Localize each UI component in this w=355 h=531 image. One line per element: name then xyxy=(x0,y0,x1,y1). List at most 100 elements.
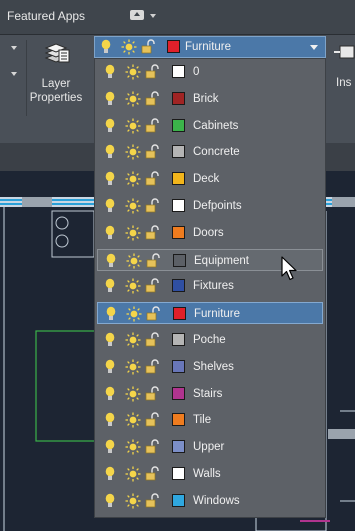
chevron-down-icon[interactable] xyxy=(150,14,156,18)
sun-thawed-icon[interactable] xyxy=(126,306,142,322)
sun-thawed-icon[interactable] xyxy=(125,466,141,482)
featured-apps-tab[interactable]: Featured Apps xyxy=(7,9,85,23)
sun-thawed-icon[interactable] xyxy=(125,439,141,455)
sun-thawed-icon[interactable] xyxy=(125,493,141,509)
lightbulb-on-icon[interactable] xyxy=(105,386,115,402)
sun-thawed-icon[interactable] xyxy=(121,39,137,55)
layer-properties-button-label[interactable]: Layer Properties xyxy=(28,77,84,105)
lightbulb-on-icon[interactable] xyxy=(105,144,115,160)
layer-color-swatch[interactable] xyxy=(172,467,185,480)
lightbulb-on-icon[interactable] xyxy=(105,171,115,187)
sun-thawed-icon[interactable] xyxy=(125,412,141,428)
layer-combo-box[interactable]: Furniture xyxy=(94,36,326,58)
layer-row-0[interactable]: 0 xyxy=(97,61,323,83)
layer-row-upper[interactable]: Upper xyxy=(97,436,323,458)
layer-row-defpoints[interactable]: Defpoints xyxy=(97,195,323,217)
sun-thawed-icon[interactable] xyxy=(125,359,141,375)
layer-row-concrete[interactable]: Concrete xyxy=(97,141,323,163)
unlocked-padlock-icon[interactable] xyxy=(145,225,159,241)
lightbulb-on-icon[interactable] xyxy=(105,198,115,214)
unlocked-padlock-icon[interactable] xyxy=(145,412,159,428)
layer-name: Equipment xyxy=(194,254,249,267)
layer-color-swatch[interactable] xyxy=(172,172,185,186)
insert-button-label[interactable]: Ins xyxy=(336,77,351,89)
unlocked-padlock-icon[interactable] xyxy=(145,171,159,187)
unlocked-padlock-icon[interactable] xyxy=(141,39,155,55)
sun-thawed-icon[interactable] xyxy=(125,171,141,187)
unlocked-padlock-icon[interactable] xyxy=(146,306,160,322)
layer-color-swatch[interactable] xyxy=(172,279,185,293)
layer-color-swatch[interactable] xyxy=(172,333,185,346)
unlocked-padlock-icon[interactable] xyxy=(145,359,159,375)
layer-row-stairs[interactable]: Stairs xyxy=(97,383,323,405)
layer-row-poche[interactable]: Poche xyxy=(97,329,323,351)
lightbulb-on-icon[interactable] xyxy=(106,253,116,269)
unlocked-padlock-icon[interactable] xyxy=(146,252,160,269)
layer-color-swatch[interactable] xyxy=(172,413,185,427)
unlocked-padlock-icon[interactable] xyxy=(145,117,159,134)
layer-row-doors[interactable]: Doors xyxy=(97,222,323,244)
unlocked-padlock-icon[interactable] xyxy=(145,439,159,455)
layer-color-swatch[interactable] xyxy=(172,359,185,373)
layer-color-swatch[interactable] xyxy=(172,493,185,507)
lightbulb-on-icon[interactable] xyxy=(106,306,116,322)
layer-row-deck[interactable]: Deck xyxy=(97,168,323,190)
layer-color-swatch[interactable] xyxy=(167,40,180,53)
chevron-down-icon[interactable] xyxy=(310,45,318,50)
layer-row-furniture[interactable]: Furniture xyxy=(97,302,323,325)
layer-color-swatch[interactable] xyxy=(172,440,185,454)
sun-thawed-icon[interactable] xyxy=(125,118,141,134)
unlocked-padlock-icon[interactable] xyxy=(145,278,159,294)
layer-row-shelves[interactable]: Shelves xyxy=(97,356,323,378)
workspace-switch-icon[interactable] xyxy=(130,10,144,20)
layer-properties-icon[interactable] xyxy=(44,42,70,64)
unlocked-padlock-icon[interactable] xyxy=(145,466,159,482)
lightbulb-on-icon[interactable] xyxy=(105,278,115,294)
lightbulb-on-icon[interactable] xyxy=(105,91,115,107)
chevron-down-icon[interactable] xyxy=(11,46,17,50)
layer-color-swatch[interactable] xyxy=(173,253,186,267)
sun-thawed-icon[interactable] xyxy=(125,144,141,160)
layer-row-windows[interactable]: Windows xyxy=(97,490,323,512)
unlocked-padlock-icon[interactable] xyxy=(145,144,159,160)
layer-color-swatch[interactable] xyxy=(173,307,186,321)
chevron-down-icon[interactable] xyxy=(11,72,17,76)
unlocked-padlock-icon[interactable] xyxy=(145,64,159,80)
layer-row-walls[interactable]: Walls xyxy=(97,463,323,485)
unlocked-padlock-icon[interactable] xyxy=(145,198,159,214)
layer-color-swatch[interactable] xyxy=(172,145,185,159)
layer-name: Shelves xyxy=(193,360,234,373)
sun-thawed-icon[interactable] xyxy=(126,253,142,269)
layer-color-swatch[interactable] xyxy=(172,118,185,132)
unlocked-padlock-icon[interactable] xyxy=(145,332,159,348)
lightbulb-on-icon[interactable] xyxy=(101,39,111,55)
sun-thawed-icon[interactable] xyxy=(125,64,141,80)
layer-color-swatch[interactable] xyxy=(172,386,185,400)
lightbulb-on-icon[interactable] xyxy=(105,493,115,509)
unlocked-padlock-icon[interactable] xyxy=(145,385,159,402)
sun-thawed-icon[interactable] xyxy=(125,198,141,214)
lightbulb-on-icon[interactable] xyxy=(105,118,115,134)
unlocked-padlock-icon[interactable] xyxy=(145,493,159,509)
layer-row-tile[interactable]: Tile xyxy=(97,409,323,431)
sun-thawed-icon[interactable] xyxy=(125,91,141,107)
sun-thawed-icon[interactable] xyxy=(125,225,141,241)
lightbulb-on-icon[interactable] xyxy=(105,466,115,482)
layer-color-swatch[interactable] xyxy=(172,91,185,105)
unlocked-padlock-icon[interactable] xyxy=(145,91,159,107)
insert-icon[interactable] xyxy=(334,42,355,64)
lightbulb-on-icon[interactable] xyxy=(105,412,115,428)
lightbulb-on-icon[interactable] xyxy=(105,439,115,455)
layer-color-swatch[interactable] xyxy=(172,65,185,78)
layer-color-swatch[interactable] xyxy=(172,199,185,212)
layer-color-swatch[interactable] xyxy=(172,225,185,239)
layer-row-brick[interactable]: Brick xyxy=(97,88,323,110)
sun-thawed-icon[interactable] xyxy=(125,278,141,294)
lightbulb-on-icon[interactable] xyxy=(105,64,115,80)
sun-thawed-icon[interactable] xyxy=(125,332,141,348)
lightbulb-on-icon[interactable] xyxy=(105,359,115,375)
lightbulb-on-icon[interactable] xyxy=(105,225,115,241)
sun-thawed-icon[interactable] xyxy=(125,386,141,402)
lightbulb-on-icon[interactable] xyxy=(105,332,115,348)
layer-row-cabinets[interactable]: Cabinets xyxy=(97,115,323,137)
